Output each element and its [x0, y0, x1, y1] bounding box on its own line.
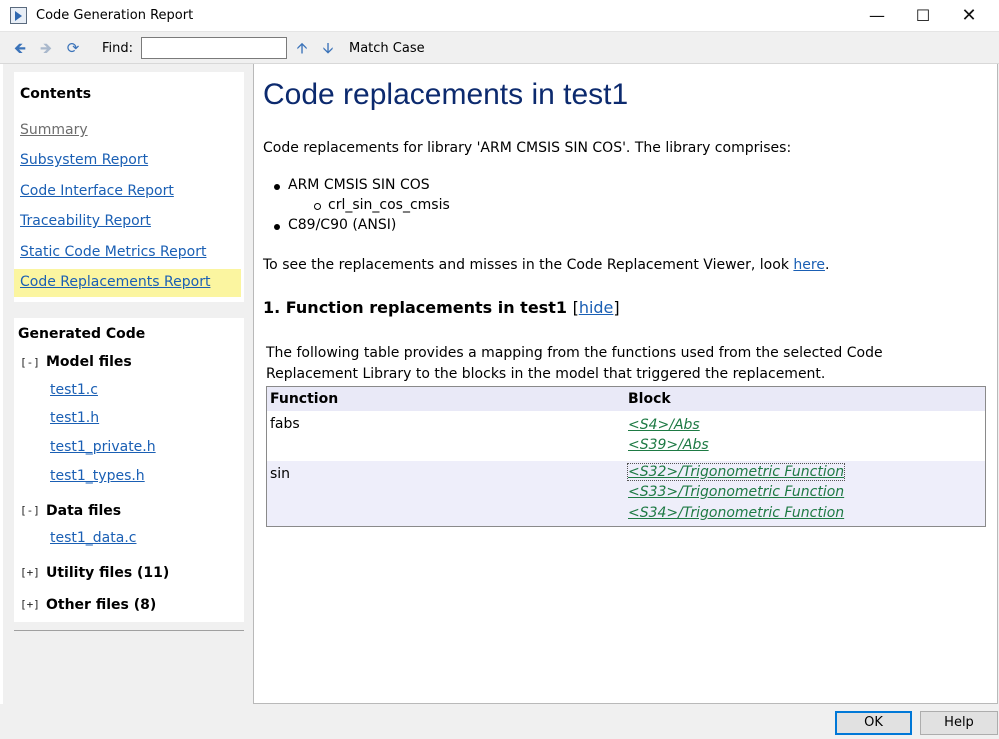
window-edge — [0, 64, 3, 704]
file-link-test1-c[interactable]: test1.c — [50, 382, 98, 398]
back-arrow-icon[interactable]: 🡸 — [10, 38, 30, 58]
file-link-test1-private-h[interactable]: test1_private.h — [50, 439, 156, 455]
function-cell: fabs — [270, 416, 300, 432]
generated-code-panel: Generated Code [-] Model files test1.c t… — [14, 318, 244, 622]
viewer-end: . — [824, 257, 830, 273]
file-link-test1-data-c[interactable]: test1_data.c — [50, 530, 136, 546]
find-next-icon[interactable]: 🡫 — [318, 38, 338, 58]
minimize-button[interactable]: — — [854, 0, 900, 32]
viewer-text: To see the replacements and misses in th… — [263, 257, 789, 273]
nav-link-traceability-report[interactable]: Traceability Report — [20, 213, 151, 229]
viewer-link[interactable]: here — [793, 257, 825, 273]
toolbar: 🡸 🡺 ⟳ Find: 🡩 🡫 Match Case — [0, 32, 999, 64]
list-item: C89/C90 (ANSI) — [274, 217, 450, 237]
function-cell: sin — [270, 466, 291, 482]
block-link[interactable]: <S4>/Abs — [628, 417, 700, 433]
library-intro: Code replacements for library 'ARM CMSIS… — [263, 140, 792, 156]
find-previous-icon[interactable]: 🡩 — [292, 38, 312, 58]
contents-title: Contents — [20, 86, 92, 102]
generated-code-title: Generated Code — [18, 326, 146, 342]
nav-link-summary[interactable]: Summary — [20, 122, 88, 138]
table-row: fabs <S4>/Abs <S39>/Abs — [267, 411, 985, 461]
block-link[interactable]: <S34>/Trigonometric Function — [628, 505, 844, 521]
title-bar: Code Generation Report — ☐ ✕ — [0, 0, 999, 32]
header-function: Function — [270, 391, 339, 407]
collapse-model-files-toggle[interactable]: [-] — [20, 356, 40, 369]
library-list: ARM CMSIS SIN COS crl_sin_cos_cmsis C89/… — [274, 177, 450, 237]
forward-arrow-icon[interactable]: 🡺 — [36, 38, 56, 58]
find-label: Find: — [102, 41, 134, 56]
section-heading: 1. Function replacements in test1 [hide] — [263, 298, 620, 317]
table-row: sin <S32>/Trigonometric Function <S33>/T… — [267, 461, 985, 526]
contents-panel: Contents Summary Subsystem Report Code I… — [14, 72, 244, 302]
hide-toggle-close: ] — [613, 298, 620, 317]
table-header: Function Block — [267, 387, 985, 411]
app-icon — [10, 7, 27, 24]
file-link-test1-types-h[interactable]: test1_types.h — [50, 468, 145, 484]
block-link[interactable]: <S39>/Abs — [628, 437, 709, 453]
header-block: Block — [628, 391, 671, 407]
refresh-icon[interactable]: ⟳ — [63, 38, 83, 58]
section-title: 1. Function replacements in test1 — [263, 298, 567, 317]
list-item: ARM CMSIS SIN COS — [274, 177, 450, 197]
group-data-files: Data files — [46, 503, 122, 519]
help-button[interactable]: Help — [920, 711, 998, 735]
find-input[interactable] — [141, 37, 287, 59]
expand-other-files-toggle[interactable]: [+] — [20, 598, 40, 611]
viewer-line: To see the replacements and misses in th… — [263, 257, 829, 273]
expand-utility-files-toggle[interactable]: [+] — [20, 566, 40, 579]
page-title: Code replacements in test1 — [263, 78, 629, 111]
report-content: Code replacements in test1 Code replacem… — [253, 64, 998, 704]
collapse-data-files-toggle[interactable]: [-] — [20, 504, 40, 517]
window-title: Code Generation Report — [36, 8, 194, 23]
table-description: The following table provides a mapping f… — [266, 345, 883, 382]
block-link[interactable]: <S33>/Trigonometric Function — [628, 484, 844, 500]
nav-link-code-replacements-report[interactable]: Code Replacements Report — [14, 269, 241, 297]
group-other-files: Other files (8) — [46, 597, 157, 613]
file-link-test1-h[interactable]: test1.h — [50, 410, 99, 426]
maximize-button[interactable]: ☐ — [900, 0, 946, 32]
panel-divider — [14, 630, 244, 631]
nav-link-static-code-metrics-report[interactable]: Static Code Metrics Report — [20, 244, 206, 260]
replacement-table: Function Block fabs <S4>/Abs <S39>/Abs s… — [266, 386, 986, 527]
navigation-pane: Contents Summary Subsystem Report Code I… — [0, 64, 253, 704]
nav-link-code-interface-report[interactable]: Code Interface Report — [20, 183, 174, 199]
hide-section-link[interactable]: hide — [579, 298, 614, 317]
nav-link-subsystem-report[interactable]: Subsystem Report — [20, 152, 148, 168]
group-model-files: Model files — [46, 354, 132, 370]
nav-link-label: Code Replacements Report — [20, 274, 211, 290]
group-utility-files: Utility files (11) — [46, 565, 170, 581]
block-link[interactable]: <S32>/Trigonometric Function — [626, 463, 846, 481]
ok-button[interactable]: OK — [835, 711, 912, 735]
list-item: crl_sin_cos_cmsis — [314, 197, 450, 217]
close-button[interactable]: ✕ — [946, 0, 992, 32]
match-case-option[interactable]: Match Case — [349, 41, 425, 56]
dialog-footer: OK Help — [0, 704, 999, 739]
